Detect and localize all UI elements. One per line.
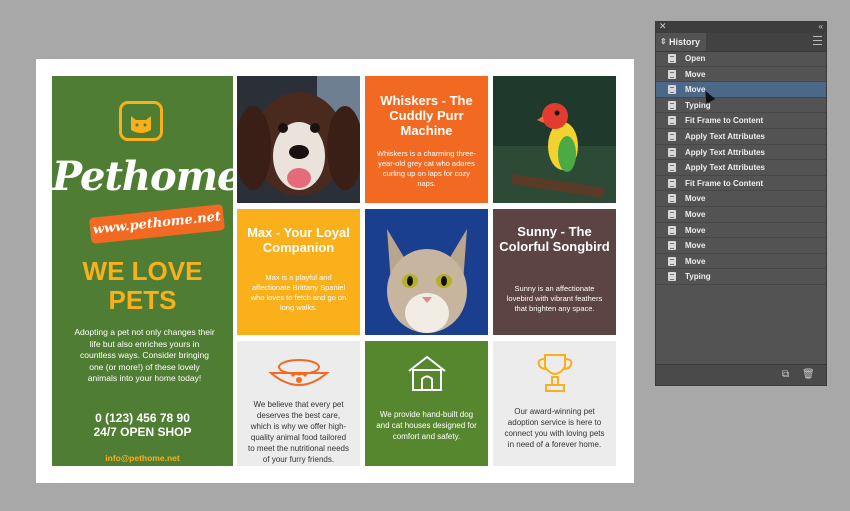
history-item[interactable]: Move bbox=[656, 191, 826, 207]
history-panel[interactable]: ✕ « ⇕ History Open Move Move Typing Fit Fram… bbox=[655, 21, 827, 386]
history-item-label: Apply Text Attributes bbox=[685, 147, 766, 157]
website-label: www.pethome.net bbox=[89, 204, 225, 244]
history-list: Open Move Move Typing Fit Frame to Content Ap… bbox=[656, 51, 826, 285]
history-item[interactable]: Apply Text Attributes bbox=[656, 129, 826, 145]
history-state-icon bbox=[668, 225, 676, 235]
phone-number: 0 (123) 456 78 90 bbox=[95, 411, 190, 425]
card-houses[interactable]: We provide hand-built dog and cat houses… bbox=[365, 341, 488, 466]
history-item[interactable]: Fit Frame to Content bbox=[656, 176, 826, 192]
history-state-icon bbox=[668, 54, 676, 63]
panel-titlebar[interactable]: ✕ « bbox=[656, 21, 826, 33]
history-item[interactable]: Move bbox=[656, 223, 826, 239]
history-item-label: Move bbox=[685, 209, 706, 219]
card-whiskers-title: Whiskers - The Cuddly Purr Machine bbox=[380, 93, 473, 138]
card-adoption-text: Our award-winning pet adoption service i… bbox=[504, 407, 605, 449]
card-sunny[interactable]: Sunny - The Colorful Songbird Sunny is a… bbox=[493, 209, 616, 335]
history-item[interactable]: Move bbox=[656, 82, 826, 98]
tab-history[interactable]: ⇕ History bbox=[656, 33, 706, 51]
history-item-label: Apply Text Attributes bbox=[685, 131, 766, 141]
tab-grip-icon: ⇕ bbox=[660, 37, 667, 46]
collapse-icon[interactable]: « bbox=[819, 21, 823, 32]
card-food-text: We believe that every pet deserves the b… bbox=[248, 400, 349, 464]
history-item[interactable]: Move bbox=[656, 254, 826, 270]
history-state-icon bbox=[668, 194, 676, 204]
history-item[interactable]: Move bbox=[656, 67, 826, 83]
card-whiskers[interactable]: Whiskers - The Cuddly Purr Machine Whisk… bbox=[365, 76, 488, 203]
dog-house-icon bbox=[408, 355, 446, 391]
card-sunny-title: Sunny - The Colorful Songbird bbox=[499, 224, 610, 254]
history-state-icon bbox=[668, 147, 676, 157]
history-item[interactable]: Apply Text Attributes bbox=[656, 160, 826, 176]
pet-food-bowl-icon bbox=[268, 359, 330, 386]
history-state-icon bbox=[668, 116, 676, 126]
history-item[interactable]: Move bbox=[656, 207, 826, 223]
history-state-icon bbox=[668, 100, 676, 110]
card-whiskers-text: Whiskers is a charming three-year-old gr… bbox=[376, 149, 477, 188]
cat-logo-icon bbox=[119, 101, 163, 141]
history-item[interactable]: Typing bbox=[656, 98, 826, 114]
history-item-label: Typing bbox=[685, 272, 711, 282]
intro-text: Adopting a pet not only changes their li… bbox=[74, 327, 215, 383]
history-item[interactable]: Fit Frame to Content bbox=[656, 113, 826, 129]
history-item-label: Move bbox=[685, 194, 706, 204]
contact-block: 0 (123) 456 78 90 24/7 OPEN SHOP bbox=[52, 411, 233, 439]
history-item-label: Apply Text Attributes bbox=[685, 163, 766, 173]
shop-hours: 24/7 OPEN SHOP bbox=[93, 425, 192, 439]
panel-menu-icon[interactable] bbox=[813, 36, 822, 45]
card-food[interactable]: We believe that every pet deserves the b… bbox=[237, 341, 360, 466]
history-item[interactable]: Apply Text Attributes bbox=[656, 145, 826, 161]
card-sunny-text: Sunny is an affectionate lovebird with v… bbox=[506, 284, 603, 313]
trophy-icon bbox=[537, 354, 573, 392]
brand-panel[interactable]: Pethome www.pethome.net WE LOVE PETS Ado… bbox=[52, 76, 233, 466]
tab-history-label: History bbox=[669, 37, 701, 47]
cat-photo[interactable] bbox=[365, 209, 488, 335]
bird-image bbox=[493, 76, 616, 203]
headline: WE LOVE PETS bbox=[52, 257, 233, 315]
trash-icon[interactable]: 🗑 bbox=[802, 369, 815, 381]
card-max-text: Max is a playful and affectionate Britta… bbox=[250, 273, 347, 312]
history-item-label: Move bbox=[685, 256, 706, 266]
history-state-icon bbox=[668, 272, 676, 282]
history-item-label: Move bbox=[685, 225, 706, 235]
history-state-icon bbox=[668, 163, 676, 173]
history-item-label: Fit Frame to Content bbox=[685, 178, 764, 188]
history-state-icon bbox=[668, 256, 676, 266]
flyer-document[interactable]: Pethome www.pethome.net WE LOVE PETS Ado… bbox=[36, 59, 634, 483]
history-state-icon bbox=[668, 178, 676, 188]
history-item[interactable]: Typing bbox=[656, 269, 826, 285]
new-document-from-state-icon[interactable]: ⧉ bbox=[782, 369, 789, 381]
history-item-label: Move bbox=[685, 69, 706, 79]
history-item-label: Move bbox=[685, 241, 706, 251]
email-address: info@pethome.net bbox=[105, 453, 180, 463]
bird-photo[interactable] bbox=[493, 76, 616, 203]
history-item-label: Open bbox=[685, 54, 706, 63]
history-state-icon bbox=[668, 131, 676, 141]
dog-photo[interactable] bbox=[237, 76, 360, 203]
dog-image bbox=[237, 76, 360, 203]
brand-name: Pethome bbox=[52, 153, 233, 200]
history-item[interactable]: Move bbox=[656, 238, 826, 254]
history-item[interactable]: Open bbox=[656, 51, 826, 67]
card-max[interactable]: Max - Your Loyal Companion Max is a play… bbox=[237, 209, 360, 335]
headline-line-1: WE LOVE bbox=[82, 256, 203, 286]
history-state-icon bbox=[668, 85, 676, 95]
headline-line-2: PETS bbox=[108, 285, 177, 315]
history-state-icon bbox=[668, 69, 676, 79]
card-adoption[interactable]: Our award-winning pet adoption service i… bbox=[493, 341, 616, 466]
history-state-icon bbox=[668, 209, 676, 219]
panel-tabbar: ⇕ History bbox=[656, 33, 826, 52]
cat-image bbox=[365, 209, 488, 335]
history-item-label: Fit Frame to Content bbox=[685, 116, 764, 126]
panel-footer: ⧉ 🗑 bbox=[656, 364, 826, 385]
close-icon[interactable]: ✕ bbox=[659, 21, 667, 32]
history-state-icon bbox=[668, 241, 676, 251]
card-max-title: Max - Your Loyal Companion bbox=[247, 225, 350, 255]
card-houses-text: We provide hand-built dog and cat houses… bbox=[376, 410, 477, 441]
